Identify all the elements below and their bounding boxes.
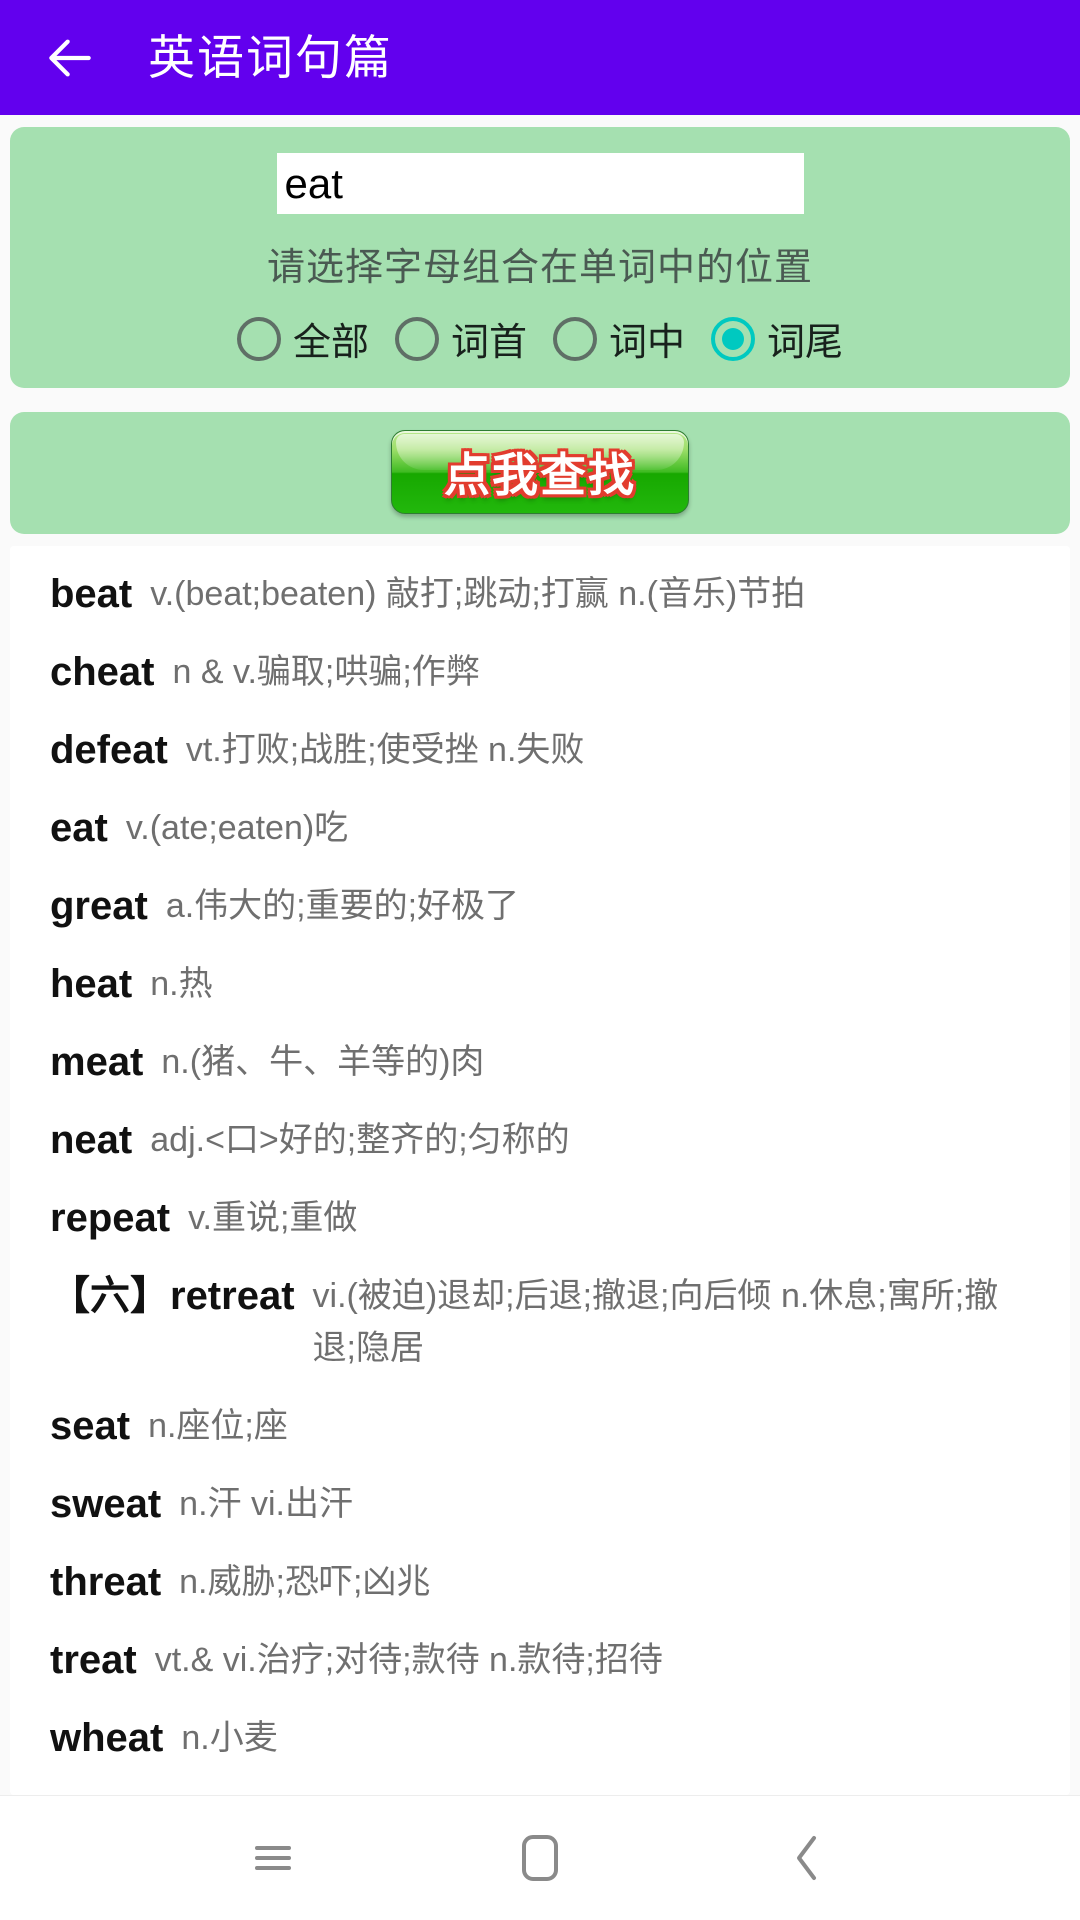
word-entry-term: great (50, 884, 148, 928)
word-entry-definition: n.热 (150, 965, 213, 1003)
word-entry-definition: vt.& vi.治疗;对待;款待 n.款待;招待 (154, 1641, 663, 1679)
word-entry[interactable]: repeat v.重说;重做 (10, 1192, 1070, 1244)
radio-option-middle[interactable]: 词中 (553, 311, 685, 366)
search-button[interactable]: 点我查找 (391, 430, 689, 514)
back-button[interactable] (42, 30, 98, 86)
word-entry-term: defeat (50, 728, 168, 772)
word-entry-definition: a.伟大的;重要的;好极了 (165, 887, 520, 925)
chevron-left-icon (796, 1836, 816, 1880)
word-entry-term: treat (50, 1638, 137, 1682)
word-entry[interactable]: treat vt.& vi.治疗;对待;款待 n.款待;招待 (10, 1634, 1070, 1686)
radio-label-middle: 词中 (609, 322, 686, 364)
system-navigation-bar (0, 1795, 1080, 1920)
word-entry-term: 【六】retreat (50, 1274, 295, 1318)
word-entry[interactable]: sweat n.汗 vi.出汗 (10, 1478, 1070, 1530)
search-button-label: 点我查找 (444, 449, 636, 501)
search-input[interactable] (276, 153, 804, 214)
app-bar: 英语词句篇 (0, 0, 1080, 115)
word-entry[interactable]: 【六】retreat vi.(被迫)退却;后退;撤退;向后倾 n.休息;寓所;撤退… (10, 1270, 1070, 1374)
word-entry-definition: vi.(被迫)退却;后退;撤退;向后倾 n.休息;寓所;撤退;隐居 (312, 1277, 999, 1367)
word-entry-term: heat (50, 962, 133, 1006)
word-entry-term: sweat (50, 1482, 162, 1526)
word-entry[interactable]: meat n.(猪、牛、羊等的)肉 (10, 1036, 1070, 1088)
menu-icon (255, 1846, 292, 1870)
word-entry-definition: vt.打败;战胜;使受挫 n.失败 (185, 731, 585, 769)
word-entry[interactable]: heat n.热 (10, 958, 1070, 1010)
position-radio-group: 全部 词首 词中 词尾 (236, 311, 843, 366)
word-entry-definition: v.(ate;eaten)吃 (125, 809, 349, 847)
word-entry-term: repeat (50, 1196, 171, 1240)
word-entry[interactable]: cheat n & v.骗取;哄骗;作弊 (10, 646, 1070, 698)
radio-label-all: 全部 (292, 322, 369, 364)
word-entry[interactable]: eat v.(ate;eaten)吃 (10, 802, 1070, 854)
word-entry-definition: n.(猪、牛、羊等的)肉 (161, 1043, 485, 1081)
word-entry-definition: n.小麦 (181, 1719, 278, 1757)
word-entry-definition: n.汗 vi.出汗 (179, 1485, 353, 1523)
word-entry[interactable]: great a.伟大的;重要的;好极了 (10, 880, 1070, 932)
nav-back-button[interactable] (762, 1813, 852, 1903)
home-square-icon (521, 1835, 558, 1881)
radio-circle-icon (394, 316, 439, 361)
radio-circle-icon (553, 316, 597, 361)
app-root: 英语词句篇 请选择字母组合在单词中的位置 全部 词首 词中 词尾 (0, 0, 1080, 1920)
word-entry[interactable]: seat n.座位;座 (10, 1400, 1070, 1452)
word-entry-term: threat (50, 1560, 162, 1604)
word-entry-term: seat (50, 1404, 131, 1448)
word-entry[interactable]: beat v.(beat;beaten) 敲打;跳动;打赢 n.(音乐)节拍 (10, 568, 1070, 620)
word-entry-definition: n & v.骗取;哄骗;作弊 (172, 653, 480, 691)
word-entry-term: eat (50, 806, 108, 850)
word-entry[interactable]: wheat n.小麦 (10, 1712, 1070, 1764)
page-title: 英语词句篇 (148, 31, 393, 84)
word-entry-definition: v.(beat;beaten) 敲打;跳动;打赢 n.(音乐)节拍 (150, 575, 806, 613)
results-list: beat v.(beat;beaten) 敲打;跳动;打赢 n.(音乐)节拍 che… (10, 546, 1070, 1795)
word-entry-definition: n.威胁;恐吓;凶兆 (179, 1563, 431, 1601)
radio-option-suffix[interactable]: 词尾 (711, 311, 843, 366)
word-entry-term: wheat (50, 1716, 164, 1760)
search-hint: 请选择字母组合在单词中的位置 (266, 247, 813, 289)
word-entry-term: beat (50, 572, 133, 616)
word-entry[interactable]: neat adj.<口>好的;整齐的;匀称的 (10, 1114, 1070, 1166)
word-entry-term: neat (50, 1118, 133, 1162)
word-entry-definition: v.重说;重做 (188, 1199, 358, 1237)
radio-option-prefix[interactable]: 词首 (394, 311, 527, 366)
action-panel: 点我查找 (10, 412, 1070, 534)
radio-circle-selected-icon (711, 316, 756, 361)
nav-menu-button[interactable] (228, 1813, 318, 1903)
radio-option-all[interactable]: 全部 (236, 311, 369, 366)
radio-label-prefix: 词首 (450, 322, 527, 364)
radio-label-suffix: 词尾 (767, 322, 844, 364)
radio-circle-icon (236, 316, 281, 361)
nav-home-button[interactable] (495, 1813, 585, 1903)
word-entry[interactable]: threat n.威胁;恐吓;凶兆 (10, 1556, 1070, 1608)
arrow-left-icon (49, 39, 91, 76)
word-entry-term: cheat (50, 650, 155, 694)
search-panel: 请选择字母组合在单词中的位置 全部 词首 词中 词尾 (10, 127, 1070, 388)
word-entry-definition: adj.<口>好的;整齐的;匀称的 (150, 1121, 570, 1159)
word-entry-term: meat (50, 1040, 144, 1084)
word-entry[interactable]: defeat vt.打败;战胜;使受挫 n.失败 (10, 724, 1070, 776)
word-entry-definition: n.座位;座 (148, 1407, 288, 1445)
